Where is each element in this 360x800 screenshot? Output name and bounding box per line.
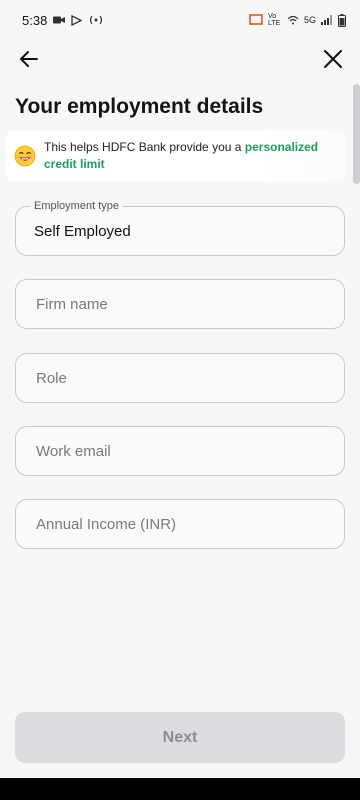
annual-income-field[interactable] xyxy=(15,499,345,549)
annual-income-input[interactable] xyxy=(34,514,344,534)
play-store-icon xyxy=(71,14,83,26)
employment-type-select[interactable]: Employment type Self Employed xyxy=(15,200,345,256)
status-left: 5:38 xyxy=(22,13,104,28)
signal-icon xyxy=(321,15,332,25)
battery-icon xyxy=(338,13,346,27)
firm-name-field[interactable] xyxy=(15,279,345,329)
work-email-field[interactable] xyxy=(15,426,345,476)
scrollbar-thumb[interactable] xyxy=(353,84,360,184)
volte-label: Vo LTE xyxy=(267,13,281,27)
firm-name-input[interactable] xyxy=(34,294,344,314)
hotspot-icon xyxy=(90,15,103,25)
top-header xyxy=(0,40,360,90)
network-label: 5G xyxy=(303,15,316,25)
grinning-face-emoji-icon xyxy=(14,145,36,167)
employment-type-value: Self Employed xyxy=(34,222,131,240)
video-icon xyxy=(53,16,66,24)
close-icon xyxy=(324,50,342,68)
banner-text-main: This helps HDFC Bank provide you a xyxy=(44,140,245,154)
status-right: Vo LTE 5G xyxy=(249,13,346,27)
next-button[interactable]: Next xyxy=(15,712,345,763)
system-nav-bar xyxy=(0,778,360,800)
banner-text: This helps HDFC Bank provide you a perso… xyxy=(44,139,344,173)
role-input[interactable] xyxy=(34,368,344,388)
work-email-input[interactable] xyxy=(34,441,344,461)
info-banner: This helps HDFC Bank provide you a perso… xyxy=(6,130,346,182)
page-title: Your employment details xyxy=(15,95,264,118)
status-time: 5:38 xyxy=(22,12,48,28)
employment-type-label: Employment type xyxy=(30,200,123,212)
close-button[interactable] xyxy=(318,44,348,74)
arrow-left-icon xyxy=(20,51,38,67)
status-bar: 5:38 Vo LTE 5G xyxy=(0,0,360,40)
role-field[interactable] xyxy=(15,353,345,403)
back-button[interactable] xyxy=(14,44,44,74)
wifi-icon xyxy=(287,15,299,25)
cast-icon xyxy=(249,14,263,25)
